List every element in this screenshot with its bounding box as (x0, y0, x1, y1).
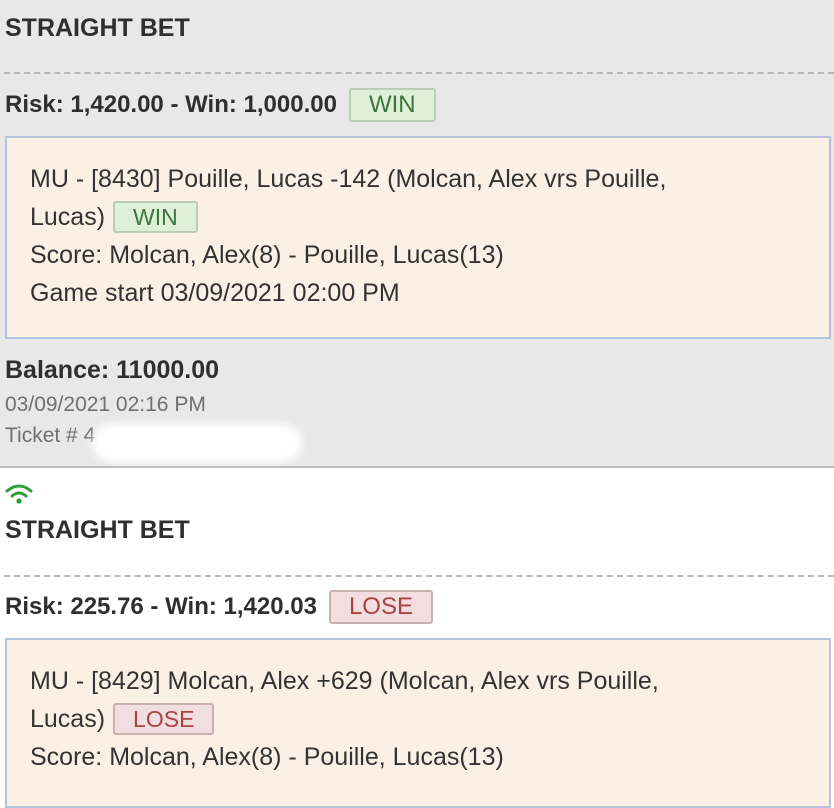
selection-result-badge: LOSE (113, 703, 215, 735)
ticket-number: Ticket # 4 (5, 424, 96, 447)
selection-line: MU - [8429] Molcan, Alex +629 (Molcan, A… (30, 667, 659, 695)
ticket-datetime: 03/09/2021 02:16 PM (5, 393, 206, 416)
game-start-line: Game start 03/09/2021 02:00 PM (30, 279, 400, 307)
selection-line-end: Lucas) (30, 203, 106, 231)
risk-win-text: Risk: 1,420.00 - Win: 1,000.00 (5, 91, 337, 118)
divider (4, 575, 834, 577)
divider (4, 72, 834, 74)
bet-type: STRAIGHT BET (5, 516, 190, 544)
ticket-card-2: STRAIGHT BET Risk: 225.76 - Win: 1,420.0… (0, 466, 834, 808)
score-line: Score: Molcan, Alex(8) - Pouille, Lucas(… (30, 743, 504, 771)
balance: Balance: 11000.00 (5, 356, 220, 384)
selection-line-end: Lucas) (30, 705, 106, 733)
score-line: Score: Molcan, Alex(8) - Pouille, Lucas(… (30, 241, 504, 269)
selection-line-cont: Lucas) WIN (30, 198, 807, 236)
bet-type: STRAIGHT BET (5, 14, 190, 42)
ticket-card-1: STRAIGHT BET Risk: 1,420.00 - Win: 1,000… (0, 0, 834, 466)
bet-detail-box: MU - [8430] Pouille, Lucas -142 (Molcan,… (5, 136, 831, 339)
wifi-icon (5, 484, 33, 504)
risk-win-line: Risk: 1,420.00 - Win: 1,000.00 WIN (5, 87, 436, 123)
risk-win-line: Risk: 225.76 - Win: 1,420.03 LOSE (5, 589, 433, 625)
selection-line: MU - [8430] Pouille, Lucas -142 (Molcan,… (30, 165, 667, 193)
result-badge: WIN (348, 88, 436, 122)
risk-win-text: Risk: 225.76 - Win: 1,420.03 (5, 593, 317, 620)
selection-line-cont: Lucas) LOSE (30, 700, 807, 738)
selection-result-badge: WIN (113, 201, 198, 233)
result-badge: LOSE (328, 590, 433, 624)
bet-detail-box: MU - [8429] Molcan, Alex +629 (Molcan, A… (5, 638, 831, 808)
redaction-smudge (92, 424, 302, 462)
